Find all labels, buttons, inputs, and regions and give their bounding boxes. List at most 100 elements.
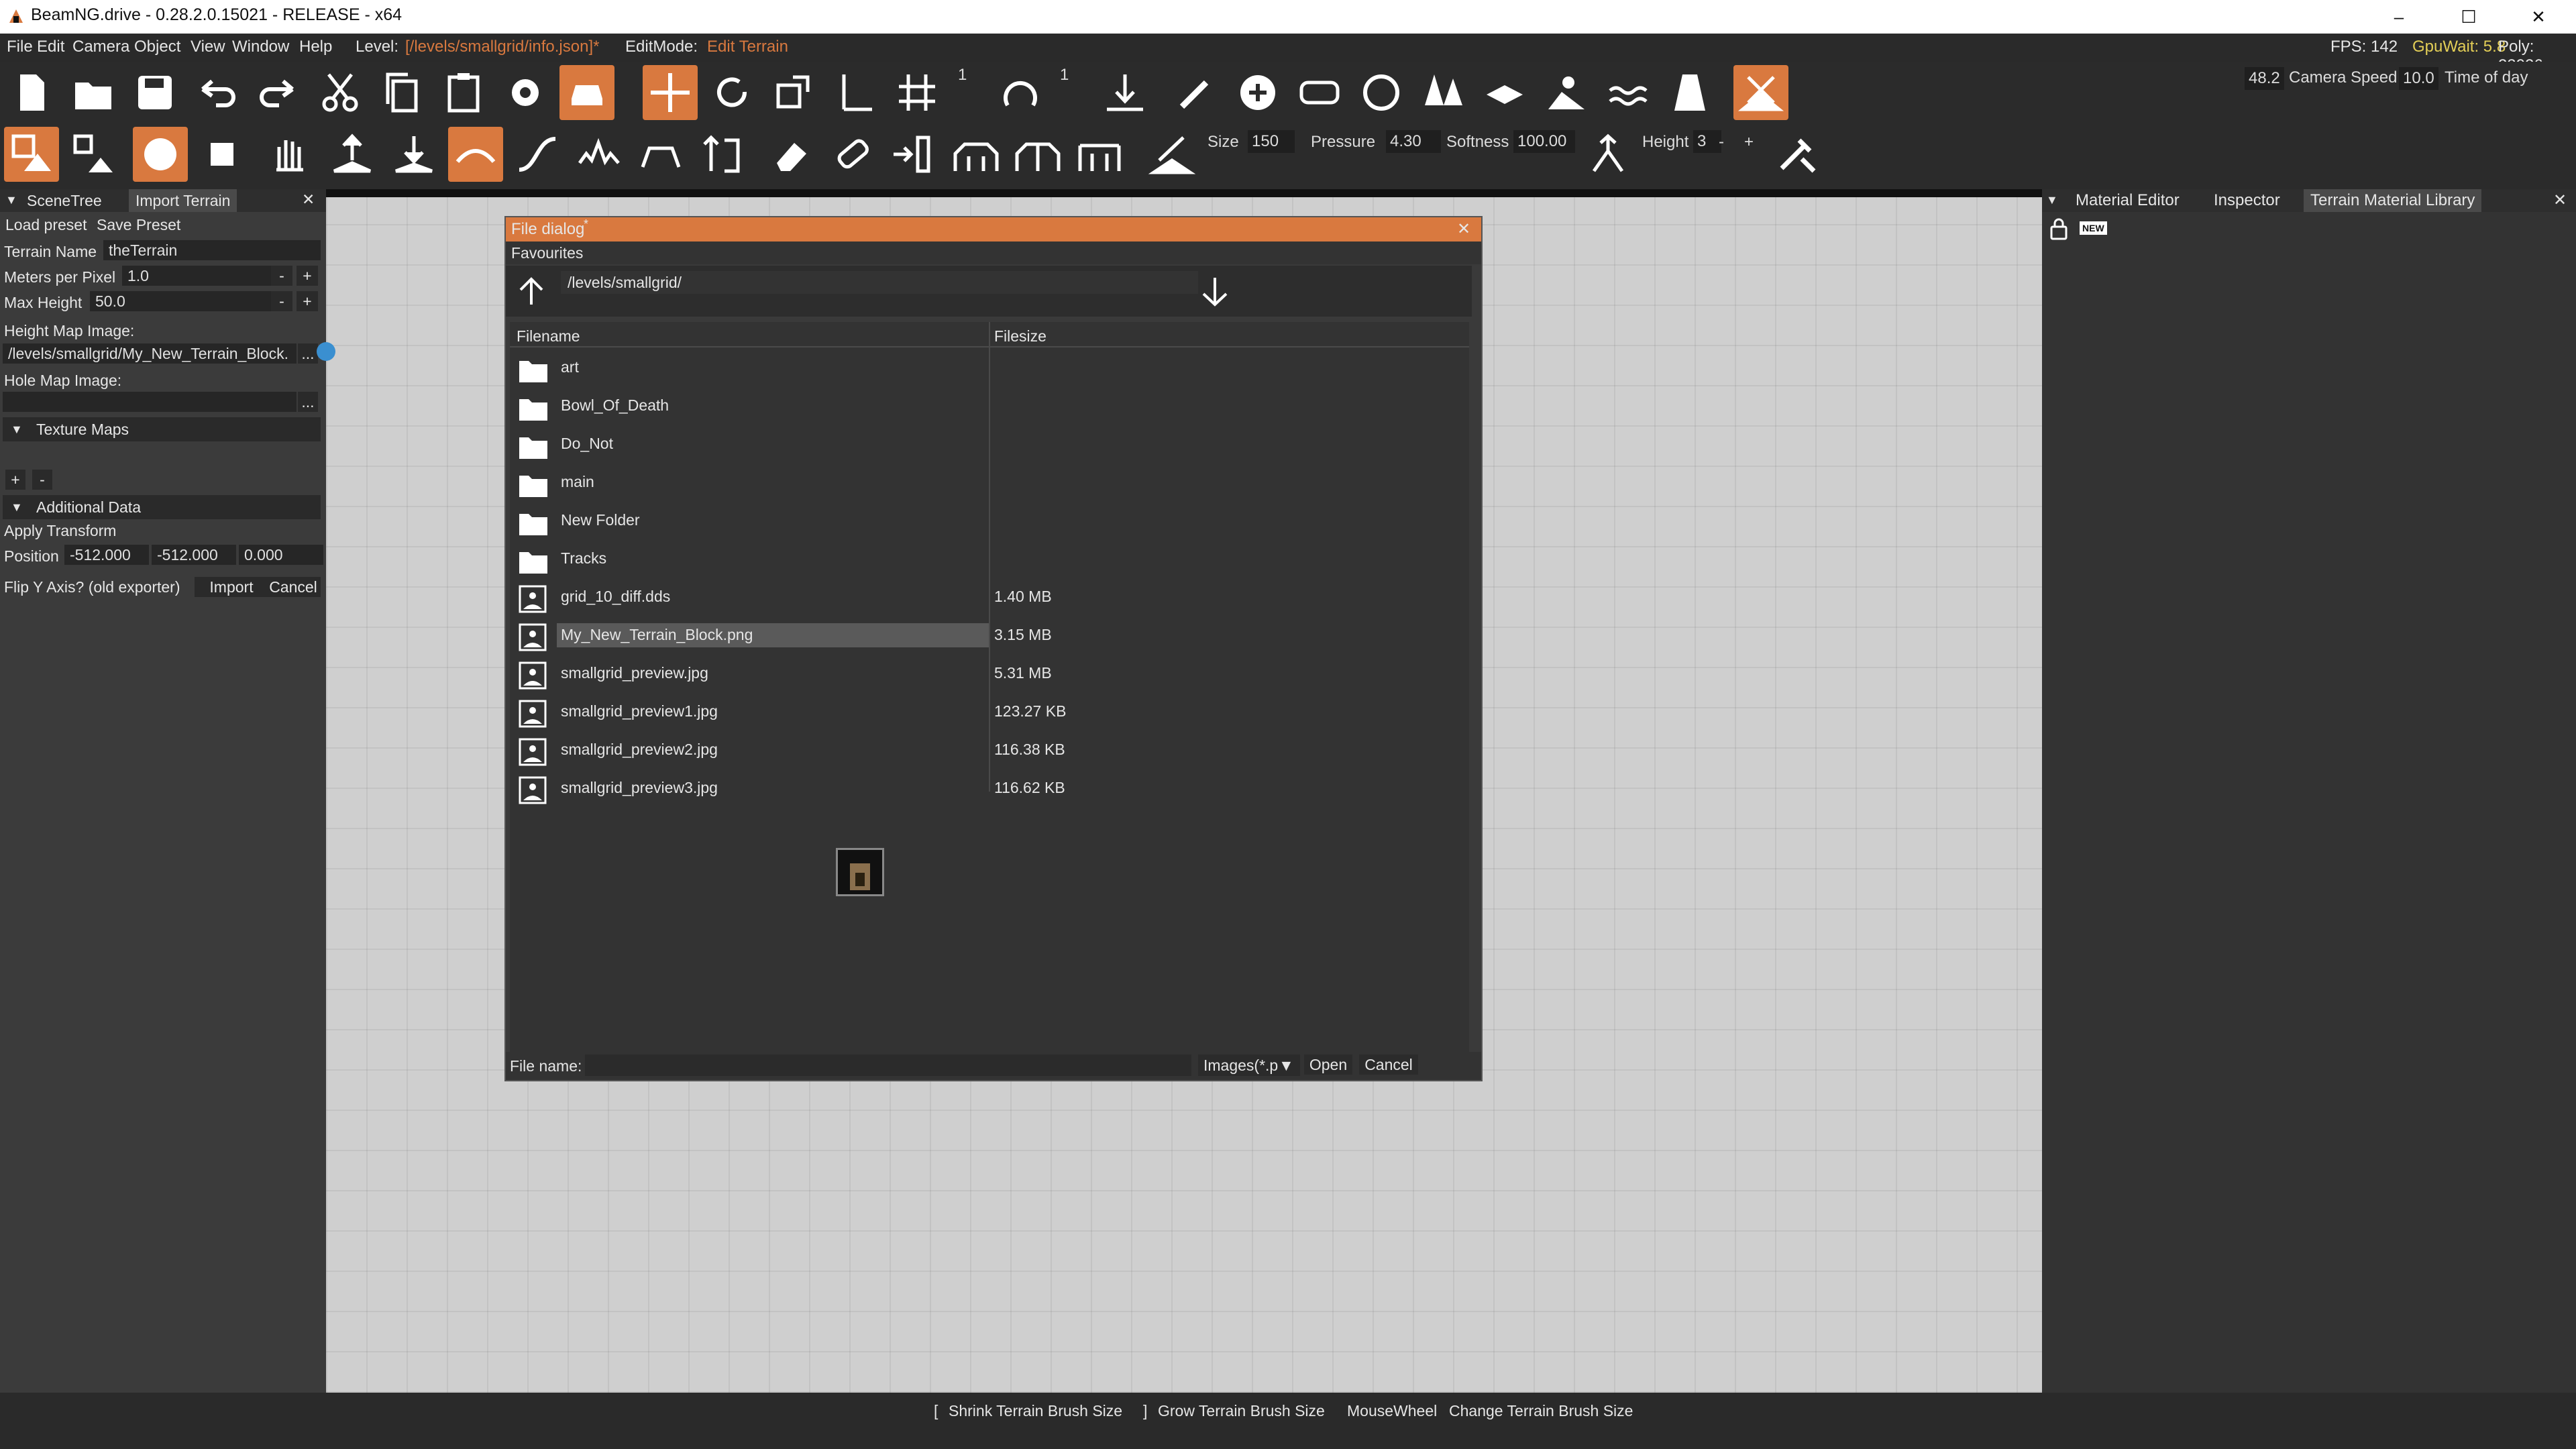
restore-terrain-icon[interactable] <box>825 127 880 182</box>
meters-per-pixel-input[interactable]: 1.0 <box>122 266 271 286</box>
close-window-button[interactable]: ✕ <box>2504 0 2573 34</box>
lock-icon[interactable] <box>2049 217 2069 240</box>
texture-remove-button[interactable]: - <box>32 470 52 490</box>
save-icon[interactable] <box>127 65 182 120</box>
file-row[interactable]: Bowl_Of_Death <box>510 387 1469 425</box>
collapse-arrow-icon[interactable]: ▼ <box>2046 193 2058 207</box>
replace-terrain-icon[interactable] <box>66 127 121 182</box>
undo-icon[interactable] <box>189 65 244 120</box>
holemap-browse-button[interactable]: ... <box>298 392 318 412</box>
add-circle-icon[interactable] <box>1230 65 1285 120</box>
menu-file[interactable]: File <box>7 38 33 56</box>
road-tool-icon[interactable] <box>1292 65 1347 120</box>
file-row[interactable]: My_New_Terrain_Block.png 3.15 MB <box>510 616 1469 655</box>
new-file-icon[interactable] <box>4 65 59 120</box>
file-row[interactable]: main <box>510 464 1469 502</box>
tab-import-terrain[interactable]: Import Terrain <box>129 189 237 212</box>
height-decrement[interactable]: - <box>1719 133 1724 152</box>
pressure-field[interactable]: 4.30 <box>1386 130 1441 153</box>
eyedropper-icon[interactable] <box>1768 127 1823 182</box>
mpp-increment-button[interactable]: + <box>297 266 318 286</box>
flatten-icon[interactable] <box>633 127 688 182</box>
heightmap-path-input[interactable]: /levels/smallgrid/My_New_Terrain_Block. <box>3 343 297 364</box>
file-row[interactable]: smallgrid_preview3.jpg 116.62 KB <box>510 769 1469 808</box>
height-increment[interactable]: + <box>1744 133 1754 152</box>
terrain-stamp-icon[interactable] <box>1144 127 1199 182</box>
camera-speed-field[interactable]: 48.2 <box>2245 67 2284 90</box>
dialog-cancel-button[interactable]: Cancel <box>1359 1055 1418 1075</box>
select-terrain-icon[interactable] <box>4 127 59 182</box>
file-row[interactable]: smallgrid_preview2.jpg 116.38 KB <box>510 731 1469 769</box>
file-row[interactable]: Tracks <box>510 540 1469 578</box>
file-row[interactable]: Do_Not <box>510 425 1469 464</box>
open-button[interactable]: Open <box>1304 1055 1352 1075</box>
path-input[interactable]: /levels/smallgrid/ <box>561 271 1198 294</box>
terrain-editor-icon[interactable] <box>1733 65 1788 120</box>
clear-terrain-icon[interactable] <box>763 127 818 182</box>
forest-tool-icon[interactable] <box>1415 65 1470 120</box>
terrain-name-input[interactable]: theTerrain <box>103 240 321 260</box>
dialog-close-icon[interactable]: ✕ <box>1457 217 1470 241</box>
holemap-path-input[interactable] <box>3 392 297 412</box>
smooth-height-icon[interactable] <box>448 127 503 182</box>
lower-height-icon[interactable] <box>386 127 441 182</box>
paste-icon[interactable] <box>436 65 491 120</box>
set-height-icon[interactable] <box>695 127 750 182</box>
terrain-arch-icon[interactable] <box>1010 127 1065 182</box>
dialog-title-bar[interactable]: File dialog * ✕ <box>506 217 1481 241</box>
file-row[interactable]: grid_10_diff.dds 1.40 MB <box>510 578 1469 616</box>
menu-object[interactable]: Object <box>134 38 180 56</box>
tab-material-editor[interactable]: Material Editor <box>2069 189 2186 212</box>
mpp-decrement-button[interactable]: - <box>271 266 292 286</box>
noise-icon[interactable] <box>572 127 627 182</box>
menu-view[interactable]: View <box>191 38 225 56</box>
menu-edit[interactable]: Edit <box>37 38 64 56</box>
parent-dir-arrow-up-icon[interactable] <box>515 275 547 307</box>
grab-hand-icon[interactable] <box>263 127 318 182</box>
texture-add-button[interactable]: + <box>5 470 25 490</box>
texture-maps-section[interactable]: ▼ Texture Maps <box>3 417 321 441</box>
redo-icon[interactable] <box>251 65 306 120</box>
close-panel-icon[interactable]: ✕ <box>2553 191 2567 210</box>
round-brush-icon[interactable] <box>133 127 188 182</box>
world-axis-icon[interactable] <box>828 65 883 120</box>
max-height-decrement-button[interactable]: - <box>271 291 292 311</box>
height-field[interactable]: 3 <box>1693 130 1721 153</box>
decal-tool-icon[interactable] <box>1477 65 1532 120</box>
menu-camera[interactable]: Camera <box>72 38 129 56</box>
file-row[interactable]: New Folder <box>510 502 1469 540</box>
terrain-painter-icon[interactable] <box>1539 65 1594 120</box>
grid-snap-icon[interactable] <box>890 65 945 120</box>
align-height-icon[interactable] <box>887 127 942 182</box>
height-tool-icon[interactable] <box>1580 127 1635 182</box>
copy-icon[interactable] <box>374 65 429 120</box>
terrain-bridge-icon[interactable] <box>949 127 1004 182</box>
drop-to-ground-icon[interactable] <box>1097 65 1152 120</box>
file-row[interactable]: smallgrid_preview.jpg 5.31 MB <box>510 655 1469 693</box>
maximize-button[interactable]: ☐ <box>2434 0 2504 34</box>
raise-height-icon[interactable] <box>325 127 380 182</box>
open-folder-icon[interactable] <box>66 65 121 120</box>
softness-field[interactable]: 100.00 <box>1513 130 1575 153</box>
file-type-filter-select[interactable]: Images(*.p ▼ <box>1198 1055 1300 1076</box>
pencil-icon[interactable] <box>1169 65 1224 120</box>
road-architect-icon[interactable] <box>1662 65 1717 120</box>
position-y-input[interactable]: -512.000 <box>152 545 236 565</box>
file-row[interactable]: art <box>510 349 1469 387</box>
vehicle-icon[interactable] <box>559 65 614 120</box>
sky-tool-icon[interactable] <box>1354 65 1409 120</box>
rotate-tool-icon[interactable] <box>704 65 759 120</box>
square-brush-icon[interactable] <box>195 127 250 182</box>
settings-gear-icon[interactable] <box>498 65 553 120</box>
new-badge-icon[interactable]: NEW <box>2080 221 2107 235</box>
tab-terrain-material-library[interactable]: Terrain Material Library <box>2304 189 2482 212</box>
brush-size-field[interactable]: 150 <box>1248 130 1295 153</box>
cut-icon[interactable] <box>313 65 368 120</box>
import-button[interactable]: Import <box>195 577 268 597</box>
load-preset-button[interactable]: Load preset <box>5 216 87 234</box>
time-of-day-field[interactable]: 10.0 <box>2399 67 2438 90</box>
tab-inspector[interactable]: Inspector <box>2207 189 2287 212</box>
file-row[interactable]: smallgrid_preview1.jpg 123.27 KB <box>510 693 1469 731</box>
max-height-increment-button[interactable]: + <box>297 291 318 311</box>
flip-y-axis-checkbox[interactable]: Flip Y Axis? (old exporter) <box>4 578 180 596</box>
